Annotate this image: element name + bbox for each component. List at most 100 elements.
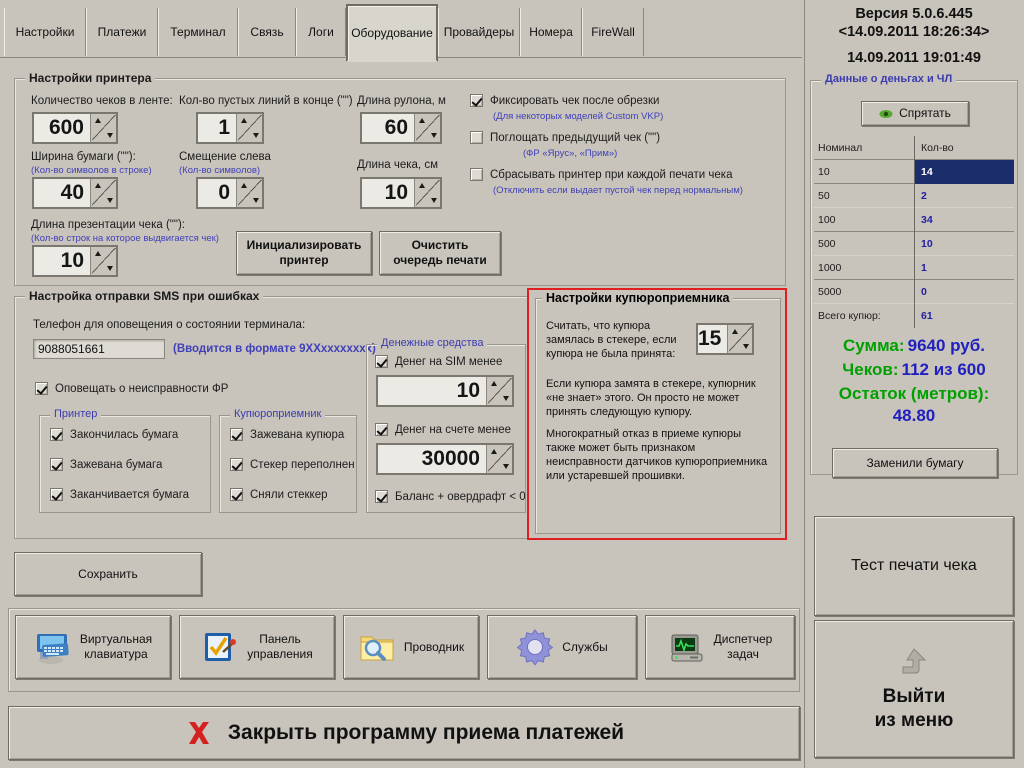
tab-label: FireWall [591, 25, 635, 39]
checkbox-stacker-removed[interactable]: Сняли стеккер [230, 488, 327, 501]
exit-menu-button[interactable]: Выйти из меню [814, 620, 1014, 758]
label-left-offset-sub: (Кол-во символов) [179, 165, 261, 176]
initialize-printer-button[interactable]: Инициализировать принтер [236, 231, 372, 275]
exit-menu-label: Выйти из меню [874, 686, 954, 731]
checkbox-absorb-previous[interactable]: Поглощать предыдущий чек ("") [470, 131, 660, 144]
tab-0[interactable]: Настройки [4, 8, 86, 56]
spinner-arrows[interactable] [90, 114, 116, 142]
spinner-left-offset[interactable]: 0 [196, 177, 264, 209]
close-icon [188, 722, 209, 744]
cell-count: 14 [914, 159, 1014, 184]
checkbox-box [230, 458, 243, 471]
tab-4[interactable]: Логи [296, 8, 346, 56]
table-row[interactable]: 100 34 [814, 207, 1014, 232]
column-header-count: Кол-во [914, 135, 1014, 160]
services-button[interactable]: Службы [487, 615, 637, 679]
spinner-receipt-length-value: 10 [362, 179, 414, 207]
tab-7[interactable]: Номера [520, 8, 582, 56]
eye-icon [879, 109, 893, 118]
checkbox-account-balance[interactable]: Денег на счете менее [375, 423, 511, 436]
table-row[interactable]: 1000 1 [814, 255, 1014, 280]
checkbox-sim-balance[interactable]: Денег на SIM менее [375, 355, 502, 368]
tab-1[interactable]: Платежи [86, 8, 158, 56]
phone-input[interactable]: 9088051661 [33, 339, 165, 359]
tab-label: Провайдеры [443, 25, 515, 39]
spinner-arrows[interactable] [236, 179, 262, 207]
paper-replaced-button[interactable]: Заменили бумагу [832, 448, 998, 478]
label-roll-length: Длина рулона, м [357, 95, 446, 107]
remain-label-row: Остаток (метров): [804, 384, 1024, 404]
checkbox-paper-low[interactable]: Заканчивается бумага [50, 488, 189, 501]
label-phone: Телефон для оповещения о состоянии терми… [33, 319, 306, 331]
hide-button[interactable]: Спрятать [861, 101, 969, 126]
spinner-receipts-in-roll[interactable]: 600 [32, 112, 118, 144]
checkbox-paper-out[interactable]: Закончилась бумага [50, 428, 178, 441]
spinner-presentation-length-value: 10 [34, 247, 90, 275]
test-print-button[interactable]: Тест печати чека [814, 516, 1014, 616]
clear-print-queue-button[interactable]: Очистить очередь печати [379, 231, 501, 275]
spinner-account-balance[interactable]: 30000 [376, 443, 514, 475]
table-row[interactable]: 50 2 [814, 183, 1014, 208]
checkbox-box [375, 355, 388, 368]
hide-button-label: Спрятать [899, 106, 951, 120]
checkbox-fix-receipt[interactable]: Фиксировать чек после обрезки [470, 94, 659, 107]
save-button[interactable]: Сохранить [14, 552, 202, 596]
table-row[interactable]: 5000 0 [814, 279, 1014, 304]
spinner-arrows[interactable] [486, 445, 512, 473]
checkbox-box [470, 131, 483, 144]
table-row[interactable]: 10 14 [814, 159, 1014, 184]
checkbox-reset-printer[interactable]: Сбрасывать принтер при каждой печати чек… [470, 168, 732, 181]
control-panel-button[interactable]: Панель управления [179, 615, 335, 679]
cell-denomination: 10 [818, 165, 830, 178]
spinner-arrows[interactable] [236, 114, 262, 142]
tab-2[interactable]: Терминал [158, 8, 238, 56]
spinner-presentation-length[interactable]: 10 [32, 245, 118, 277]
checkbox-notify-fr[interactable]: Оповещать о неисправности ФР [35, 382, 228, 395]
explorer-button[interactable]: Проводник [343, 615, 479, 679]
tab-3[interactable]: Связь [238, 8, 296, 56]
spinner-arrows[interactable] [486, 377, 512, 405]
checkbox-stacker-full[interactable]: Стекер переполнен [230, 458, 355, 471]
spinner-arrows[interactable] [414, 114, 440, 142]
checkbox-bill-jam[interactable]: Зажевана купюра [230, 428, 344, 441]
close-program-button[interactable]: Закрыть программу приема платежей [8, 706, 800, 760]
checkbox-reset-printer-sub: (Отключить если выдает пустой чек перед … [493, 185, 743, 196]
tab-8[interactable]: FireWall [582, 8, 644, 56]
checkbox-box [375, 423, 388, 436]
checkbox-box [470, 168, 483, 181]
checkbox-label: Сняли стеккер [250, 488, 328, 501]
virtual-keyboard-button[interactable]: Виртуальная клавиатура [15, 615, 171, 679]
printer-settings-title: Настройки принтера [25, 71, 156, 85]
spinner-sim-balance[interactable]: 10 [376, 375, 514, 407]
spinner-roll-length[interactable]: 60 [360, 112, 442, 144]
total-label: Всего купюр: [818, 310, 881, 322]
spinner-arrows[interactable] [90, 247, 116, 275]
bill-acceptor-text-2: Если купюра замята в стекере, купюрник «… [546, 378, 756, 418]
tab-5[interactable]: Оборудование [346, 4, 438, 62]
explorer-folder-icon [360, 636, 394, 661]
sum-value: 9640 руб. [907, 336, 985, 355]
table-row[interactable]: 500 10 [814, 231, 1014, 256]
checkbox-paper-jam[interactable]: Зажевана бумага [50, 458, 162, 471]
spinner-receipt-length[interactable]: 10 [360, 177, 442, 209]
money-data-title: Данные о деньгах и ЧЛ [821, 73, 957, 85]
spinner-arrows[interactable] [90, 179, 116, 207]
task-manager-button[interactable]: Диспетчер задач [645, 615, 795, 679]
spinner-paper-width[interactable]: 40 [32, 177, 118, 209]
cell-count: 2 [914, 183, 1014, 208]
spinner-bill-jam-timeout[interactable]: 15 [696, 323, 754, 355]
spinner-empty-lines[interactable]: 1 [196, 112, 264, 144]
spinner-arrows[interactable] [414, 179, 440, 207]
gear-icon [517, 629, 554, 666]
sms-acceptor-group: Купюроприемник Зажевана купюра Стекер пе… [219, 408, 357, 513]
sms-settings-title: Настройка отправки SMS при ошибках [25, 289, 264, 303]
sum-row: Сумма: 9640 руб. [804, 336, 1024, 356]
spinner-arrows[interactable] [727, 325, 753, 353]
bill-acceptor-title: Настройки купюроприемника [542, 291, 734, 305]
checks-value: 112 из 600 [901, 360, 986, 379]
checkbox-label: Закончилась бумага [70, 428, 179, 441]
clock-text: 14.09.2011 19:01:49 [847, 50, 981, 66]
tab-6[interactable]: Провайдеры [438, 8, 520, 56]
checkbox-label: Зажевана бумага [70, 458, 163, 471]
checkbox-overdraft[interactable]: Баланс + овердрафт < 0 [375, 490, 526, 503]
